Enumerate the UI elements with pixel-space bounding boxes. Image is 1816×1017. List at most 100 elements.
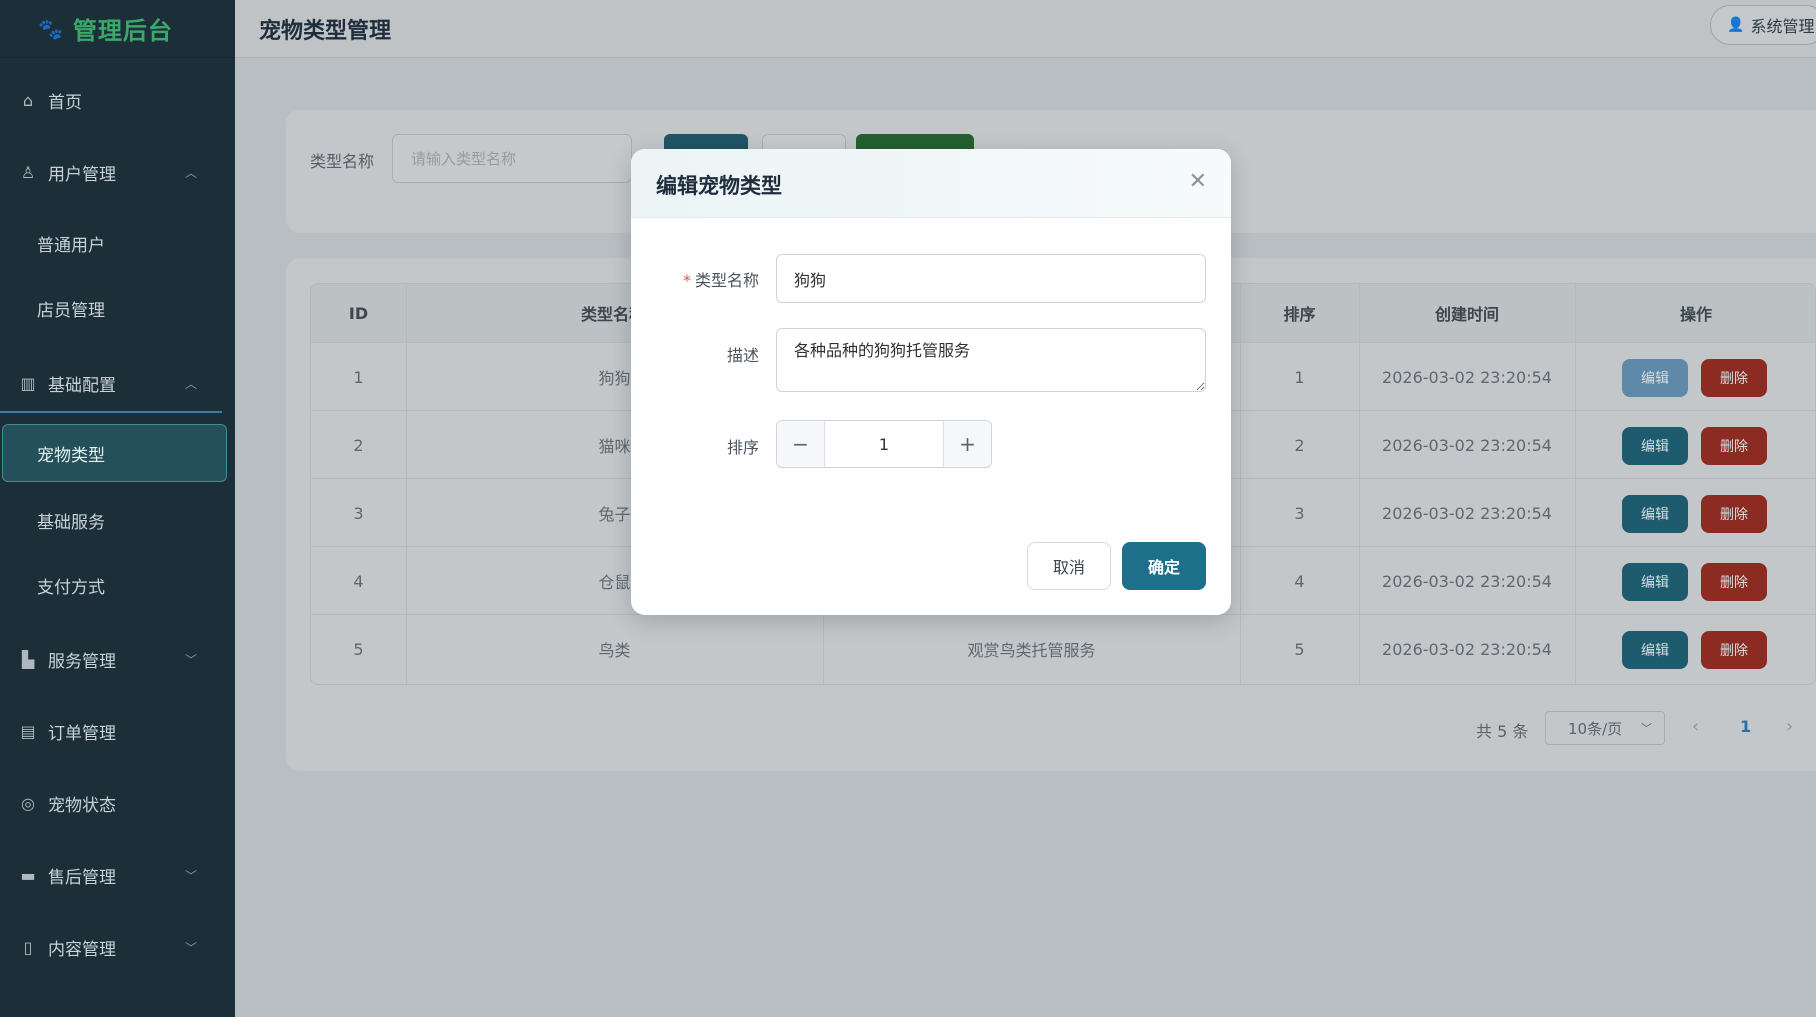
col-actions: 操作 xyxy=(1679,305,1712,324)
delete-button[interactable]: 删除 xyxy=(1701,495,1767,533)
sidebar-item-pet-status[interactable]: ◎ 宠物状态 xyxy=(0,789,235,817)
cell-id: 4 xyxy=(353,571,364,591)
delete-button[interactable]: 删除 xyxy=(1701,631,1767,669)
sidebar-item-label: 订单管理 xyxy=(48,723,116,744)
cell-sort: 5 xyxy=(1294,639,1305,659)
chevron-down-icon: ﹀ xyxy=(1641,722,1652,735)
sidebar-item-label: 宠物状态 xyxy=(48,795,116,816)
col-id: ID xyxy=(348,303,369,323)
pagination-current-page[interactable]: 1 xyxy=(1740,717,1751,736)
sidebar-item-service-mgmt[interactable]: ▙ 服务管理 ﹀ xyxy=(0,645,235,673)
edit-pet-type-dialog: 编辑宠物类型 ✕ *类型名称 描述 各种品种的狗狗托管服务 排序 − 1 + 取… xyxy=(631,149,1231,615)
user-name: 系统管理员 xyxy=(1750,17,1816,36)
page-title: 宠物类型管理 xyxy=(259,18,392,44)
sort-value[interactable]: 1 xyxy=(825,421,943,467)
delete-button[interactable]: 删除 xyxy=(1701,563,1767,601)
cell-sort: 3 xyxy=(1294,503,1305,523)
user-menu-button[interactable]: 👤 系统管理员 xyxy=(1710,5,1816,45)
delete-button[interactable]: 删除 xyxy=(1701,359,1767,397)
page-size-select[interactable]: 10条/页 ﹀ xyxy=(1545,711,1665,745)
pagination-total: 共 5 条 xyxy=(1476,722,1529,741)
dialog-header: 编辑宠物类型 ✕ xyxy=(631,149,1231,218)
sidebar-item-order-mgmt[interactable]: ▤ 订单管理 xyxy=(0,717,235,745)
logo-text: 管理后台 xyxy=(72,17,173,45)
col-sort: 排序 xyxy=(1283,305,1316,324)
name-input[interactable] xyxy=(776,254,1206,303)
sidebar-item-label: 内容管理 xyxy=(48,939,116,960)
logo: 🐾 管理后台 xyxy=(0,0,235,58)
user-icon: 👤 xyxy=(1727,17,1745,33)
location-pin-icon: ◎ xyxy=(21,793,35,813)
dialog-title: 编辑宠物类型 xyxy=(656,174,782,198)
sort-field-label: 排序 xyxy=(726,438,759,457)
confirm-button[interactable]: 确定 xyxy=(1122,542,1206,590)
sidebar-item-staff-mgmt[interactable]: 店员管理 xyxy=(0,296,235,321)
edit-button[interactable]: 编辑 xyxy=(1622,427,1688,465)
sidebar-item-label: 用户管理 xyxy=(48,164,116,185)
edit-button[interactable]: 编辑 xyxy=(1622,631,1688,669)
document-icon: ▯ xyxy=(23,937,33,957)
paw-icon: 🐾 xyxy=(38,16,63,41)
sidebar-item-base-services[interactable]: 基础服务 xyxy=(0,508,235,533)
cell-id: 5 xyxy=(353,639,364,659)
chevron-up-icon: ︿ xyxy=(184,165,197,180)
edit-button[interactable]: 编辑 xyxy=(1622,359,1688,397)
cell-id: 1 xyxy=(353,367,364,387)
cell-created: 2026-03-02 23:20:54 xyxy=(1382,571,1552,591)
cell-desc: 观赏鸟类托管服务 xyxy=(967,641,1096,660)
top-header: 宠物类型管理 👤 系统管理员 xyxy=(235,0,1816,58)
sidebar-item-pet-types[interactable]: 宠物类型 xyxy=(2,424,227,482)
cancel-button[interactable]: 取消 xyxy=(1027,542,1111,590)
cell-sort: 1 xyxy=(1294,367,1305,387)
sidebar-item-label: 基础配置 xyxy=(48,375,116,396)
name-label-text: 类型名称 xyxy=(694,271,759,290)
cell-id: 3 xyxy=(353,503,364,523)
name-field-label: * 类型名称 xyxy=(639,267,759,291)
cell-created: 2026-03-02 23:20:54 xyxy=(1382,639,1552,659)
sidebar-item-content-mgmt[interactable]: ▯ 内容管理 ﹀ xyxy=(0,933,235,961)
page-size-value: 10条/页 xyxy=(1568,719,1623,738)
chevron-left-icon[interactable]: ‹ xyxy=(1692,716,1699,737)
desc-textarea[interactable]: 各种品种的狗狗托管服务 xyxy=(776,328,1206,392)
sidebar: 🐾 管理后台 ⌂ 首页 ♙ 用户管理 ︿ 普通用户 店员管理 ▥ 基础配置 ︿ … xyxy=(0,0,235,1017)
sidebar-item-label: 首页 xyxy=(48,92,82,113)
cell-name: 鸟类 xyxy=(598,641,631,660)
close-icon[interactable]: ✕ xyxy=(1189,169,1207,194)
sidebar-item-user-mgmt[interactable]: ♙ 用户管理 ︿ xyxy=(0,158,235,186)
chat-icon: ▬ xyxy=(20,865,36,885)
cell-created: 2026-03-02 23:20:54 xyxy=(1382,367,1552,387)
col-created: 创建时间 xyxy=(1434,305,1499,324)
sort-stepper: − 1 + xyxy=(776,420,992,468)
table-row: 5 鸟类 观赏鸟类托管服务 5 2026-03-02 23:20:54 编辑 删… xyxy=(311,614,1815,682)
minus-icon[interactable]: − xyxy=(777,421,825,467)
desc-field-label: 描述 xyxy=(726,346,759,365)
group-underline xyxy=(0,411,222,413)
clipboard-icon: ▤ xyxy=(20,721,36,741)
cell-sort: 2 xyxy=(1294,435,1305,455)
edit-button[interactable]: 编辑 xyxy=(1622,563,1688,601)
chevron-right-icon[interactable]: › xyxy=(1786,716,1793,737)
cell-sort: 4 xyxy=(1294,571,1305,591)
sidebar-item-normal-users[interactable]: 普通用户 xyxy=(0,231,235,256)
search-label: 类型名称 xyxy=(310,152,375,171)
sidebar-item-base-config[interactable]: ▥ 基础配置 ︿ xyxy=(0,369,235,397)
chevron-down-icon: ﹀ xyxy=(184,652,197,667)
user-icon: ♙ xyxy=(20,162,36,182)
chart-bars-icon: ▥ xyxy=(20,373,36,393)
sidebar-item-label: 售后管理 xyxy=(48,867,116,888)
chevron-down-icon: ﹀ xyxy=(184,868,197,883)
cell-id: 2 xyxy=(353,435,364,455)
required-asterisk: * xyxy=(682,271,691,290)
sidebar-item-payment-methods[interactable]: 支付方式 xyxy=(0,573,235,598)
plus-icon[interactable]: + xyxy=(943,421,991,467)
bag-icon: ▙ xyxy=(21,649,35,669)
cell-created: 2026-03-02 23:20:54 xyxy=(1382,435,1552,455)
sidebar-item-label: 服务管理 xyxy=(48,651,116,672)
delete-button[interactable]: 删除 xyxy=(1701,427,1767,465)
edit-button[interactable]: 编辑 xyxy=(1622,495,1688,533)
chevron-down-icon: ﹀ xyxy=(184,940,197,955)
search-input[interactable]: 请输入类型名称 xyxy=(392,134,632,183)
cell-created: 2026-03-02 23:20:54 xyxy=(1382,503,1552,523)
sidebar-item-home[interactable]: ⌂ 首页 xyxy=(0,86,235,114)
sidebar-item-after-sales[interactable]: ▬ 售后管理 ﹀ xyxy=(0,861,235,889)
